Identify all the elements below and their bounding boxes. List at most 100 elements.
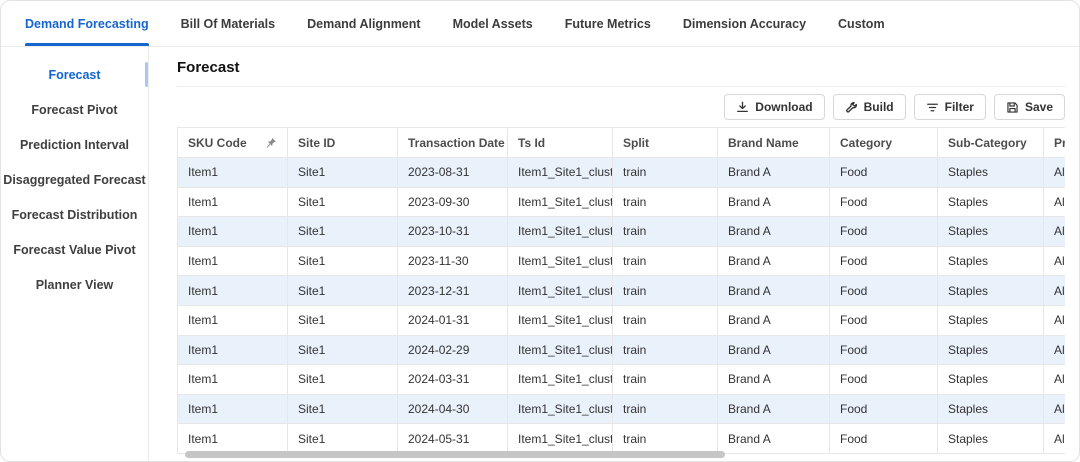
- table-row[interactable]: Item1Site12023-10-31Item1_Site1_clusterA…: [178, 217, 1066, 247]
- table-cell: Staples: [938, 424, 1044, 454]
- save-button[interactable]: Save: [994, 94, 1065, 120]
- build-button-label: Build: [864, 100, 894, 114]
- save-icon: [1006, 101, 1019, 114]
- table-row[interactable]: Item1Site12023-08-31Item1_Site1_clusterA…: [178, 158, 1066, 188]
- forecast-table-viewport: SKU Code Site IDTransaction DateTs Id Spli…: [177, 127, 1065, 461]
- sidebar: Forecast Forecast Pivot Prediction Inter…: [1, 47, 149, 461]
- table-header-row: SKU Code Site IDTransaction DateTs Id Spli…: [178, 128, 1066, 158]
- table-cell: Staples: [938, 305, 1044, 335]
- table-cell: train: [613, 305, 718, 335]
- table-cell: Item1: [178, 187, 288, 217]
- table-cell: Brand A: [718, 246, 830, 276]
- build-button[interactable]: Build: [833, 94, 906, 120]
- column-header-brand-name[interactable]: Brand Name: [718, 128, 830, 158]
- forecast-table: SKU Code Site IDTransaction DateTs Id Spli…: [177, 127, 1065, 454]
- table-cell: 2024-04-30: [398, 394, 508, 424]
- table-cell: Site1: [288, 305, 398, 335]
- table-cell: Brand A: [718, 394, 830, 424]
- table-cell: Staples: [938, 394, 1044, 424]
- table-cell: 2024-02-29: [398, 335, 508, 365]
- table-row[interactable]: Item1Site12024-05-31Item1_Site1_clusterA…: [178, 424, 1066, 454]
- column-label: Pro: [1054, 136, 1065, 150]
- table-cell: Site1: [288, 158, 398, 188]
- table-cell: Staples: [938, 335, 1044, 365]
- column-label: Brand Name: [728, 136, 799, 150]
- table-row[interactable]: Item1Site12024-03-31Item1_Site1_clusterA…: [178, 365, 1066, 395]
- tab-custom[interactable]: Custom: [838, 1, 885, 46]
- tab-demand-forecasting[interactable]: Demand Forecasting: [25, 1, 149, 46]
- table-row[interactable]: Item1Site12024-02-29Item1_Site1_clusterA…: [178, 335, 1066, 365]
- table-cell: Item1_Site1_clusterAY: [508, 305, 613, 335]
- build-icon: [845, 101, 858, 114]
- tab-bill-of-materials[interactable]: Bill Of Materials: [181, 1, 275, 46]
- table-cell: All: [1044, 394, 1066, 424]
- column-header-transaction-date[interactable]: Transaction Date: [398, 128, 508, 158]
- table-cell: train: [613, 158, 718, 188]
- sidebar-item-forecast[interactable]: Forecast: [1, 57, 148, 92]
- pin-icon[interactable]: [265, 137, 277, 149]
- table-cell: Food: [830, 217, 938, 247]
- table-cell: Item1_Site1_clusterAY: [508, 158, 613, 188]
- table-row[interactable]: Item1Site12023-09-30Item1_Site1_clusterA…: [178, 187, 1066, 217]
- table-cell: 2024-05-31: [398, 424, 508, 454]
- table-cell: train: [613, 394, 718, 424]
- table-cell: Item1: [178, 335, 288, 365]
- table-cell: train: [613, 246, 718, 276]
- column-header-ts-id[interactable]: Ts Id: [508, 128, 613, 158]
- filter-icon: [926, 101, 939, 114]
- download-button[interactable]: Download: [724, 94, 824, 120]
- tab-model-assets[interactable]: Model Assets: [453, 1, 533, 46]
- table-cell: Item1_Site1_clusterAY: [508, 246, 613, 276]
- table-cell: 2023-09-30: [398, 187, 508, 217]
- table-cell: Item1: [178, 305, 288, 335]
- table-cell: Staples: [938, 365, 1044, 395]
- table-cell: All: [1044, 246, 1066, 276]
- column-header-pro[interactable]: Pro: [1044, 128, 1066, 158]
- column-header-site-id[interactable]: Site ID: [288, 128, 398, 158]
- page-title: Forecast: [177, 59, 1065, 76]
- table-cell: Staples: [938, 187, 1044, 217]
- column-label: Split: [623, 136, 649, 150]
- table-cell: All: [1044, 365, 1066, 395]
- table-cell: Item1: [178, 246, 288, 276]
- sidebar-item-disaggregated-forecast[interactable]: Disaggregated Forecast: [1, 162, 148, 197]
- sidebar-item-planner-view[interactable]: Planner View: [1, 267, 148, 302]
- column-header-category[interactable]: Category: [830, 128, 938, 158]
- table-cell: Food: [830, 365, 938, 395]
- table-row[interactable]: Item1Site12024-04-30Item1_Site1_clusterA…: [178, 394, 1066, 424]
- column-label: Category: [840, 136, 892, 150]
- table-cell: All: [1044, 276, 1066, 306]
- column-label: SKU Code: [188, 136, 247, 150]
- table-cell: Brand A: [718, 305, 830, 335]
- table-cell: All: [1044, 217, 1066, 247]
- table-cell: 2023-10-31: [398, 217, 508, 247]
- table-row[interactable]: Item1Site12024-01-31Item1_Site1_clusterA…: [178, 305, 1066, 335]
- column-header-sub-category[interactable]: Sub-Category: [938, 128, 1044, 158]
- table-cell: Item1_Site1_clusterAY: [508, 187, 613, 217]
- column-label: Sub-Category: [948, 136, 1027, 150]
- sidebar-item-forecast-pivot[interactable]: Forecast Pivot: [1, 92, 148, 127]
- table-cell: All: [1044, 424, 1066, 454]
- forecast-panel: Download Build: [177, 86, 1065, 461]
- table-cell: Staples: [938, 217, 1044, 247]
- tab-future-metrics[interactable]: Future Metrics: [565, 1, 651, 46]
- table-row[interactable]: Item1Site12023-12-31Item1_Site1_clusterA…: [178, 276, 1066, 306]
- download-icon: [736, 101, 749, 114]
- table-row[interactable]: Item1Site12023-11-30Item1_Site1_clusterA…: [178, 246, 1066, 276]
- table-cell: 2023-11-30: [398, 246, 508, 276]
- table-cell: Site1: [288, 187, 398, 217]
- tab-demand-alignment[interactable]: Demand Alignment: [307, 1, 420, 46]
- tab-dimension-accuracy[interactable]: Dimension Accuracy: [683, 1, 806, 46]
- table-cell: train: [613, 365, 718, 395]
- table-cell: Food: [830, 187, 938, 217]
- column-header-sku-code[interactable]: SKU Code: [178, 128, 288, 158]
- column-header-split[interactable]: Split: [613, 128, 718, 158]
- filter-button[interactable]: Filter: [914, 94, 986, 120]
- table-cell: Site1: [288, 424, 398, 454]
- horizontal-scrollbar[interactable]: [185, 451, 725, 458]
- table-cell: Staples: [938, 276, 1044, 306]
- sidebar-item-forecast-value-pivot[interactable]: Forecast Value Pivot: [1, 232, 148, 267]
- sidebar-item-prediction-interval[interactable]: Prediction Interval: [1, 127, 148, 162]
- sidebar-item-forecast-distribution[interactable]: Forecast Distribution: [1, 197, 148, 232]
- table-cell: Staples: [938, 158, 1044, 188]
